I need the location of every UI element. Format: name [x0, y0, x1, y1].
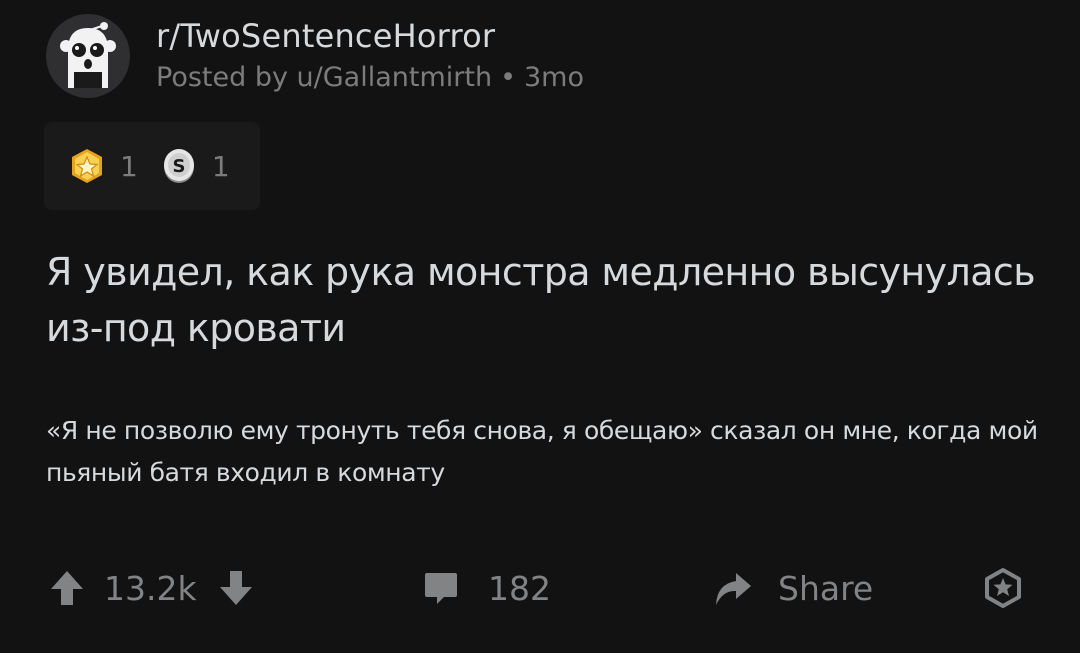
post-meta: r/TwoSentenceHorror Posted by u/Gallantm…	[156, 15, 584, 97]
comments-button[interactable]: 182	[422, 560, 551, 616]
vote-controls: 13.2k	[48, 560, 255, 616]
downvote-icon[interactable]	[217, 568, 255, 608]
post-age: 3mo	[524, 62, 584, 93]
vote-score: 13.2k	[104, 568, 197, 608]
meta-separator: •	[500, 62, 516, 93]
posted-by-author[interactable]: Posted by u/Gallantmirth	[156, 62, 492, 93]
awards-bar[interactable]: 1 S 1	[44, 122, 260, 210]
award-star-count: 1	[120, 149, 138, 183]
snoo-ghost-icon	[60, 22, 116, 88]
give-award-button[interactable]	[982, 560, 1024, 616]
subreddit-avatar[interactable]	[46, 14, 130, 98]
post-title[interactable]: Я увидел, как рука монстра медленно высу…	[46, 244, 1036, 356]
comment-count: 182	[488, 568, 551, 608]
posted-by-line: Posted by u/Gallantmirth • 3mo	[156, 59, 584, 97]
post-header: r/TwoSentenceHorror Posted by u/Gallantm…	[46, 14, 584, 98]
star-award-icon	[72, 149, 102, 183]
award-silver-count: 1	[211, 149, 230, 183]
award-outline-icon	[985, 568, 1021, 608]
post-body: «Я не позволю ему тронуть тебя снова, я …	[46, 416, 1038, 487]
award-star[interactable]: 1	[68, 147, 138, 185]
post-action-bar: 13.2k 182 Share	[0, 560, 1080, 616]
share-label: Share	[778, 568, 874, 608]
upvote-icon[interactable]	[48, 568, 86, 608]
post-card: r/TwoSentenceHorror Posted by u/Gallantm…	[0, 0, 1080, 653]
share-button[interactable]: Share	[712, 560, 873, 616]
svg-text:S: S	[172, 156, 185, 177]
subreddit-name[interactable]: r/TwoSentenceHorror	[156, 15, 584, 57]
award-silver[interactable]: S 1	[160, 147, 230, 185]
silver-coin-award-icon: S	[163, 149, 194, 183]
comment-bubble-icon	[425, 573, 457, 604]
share-arrow-icon	[716, 573, 751, 605]
